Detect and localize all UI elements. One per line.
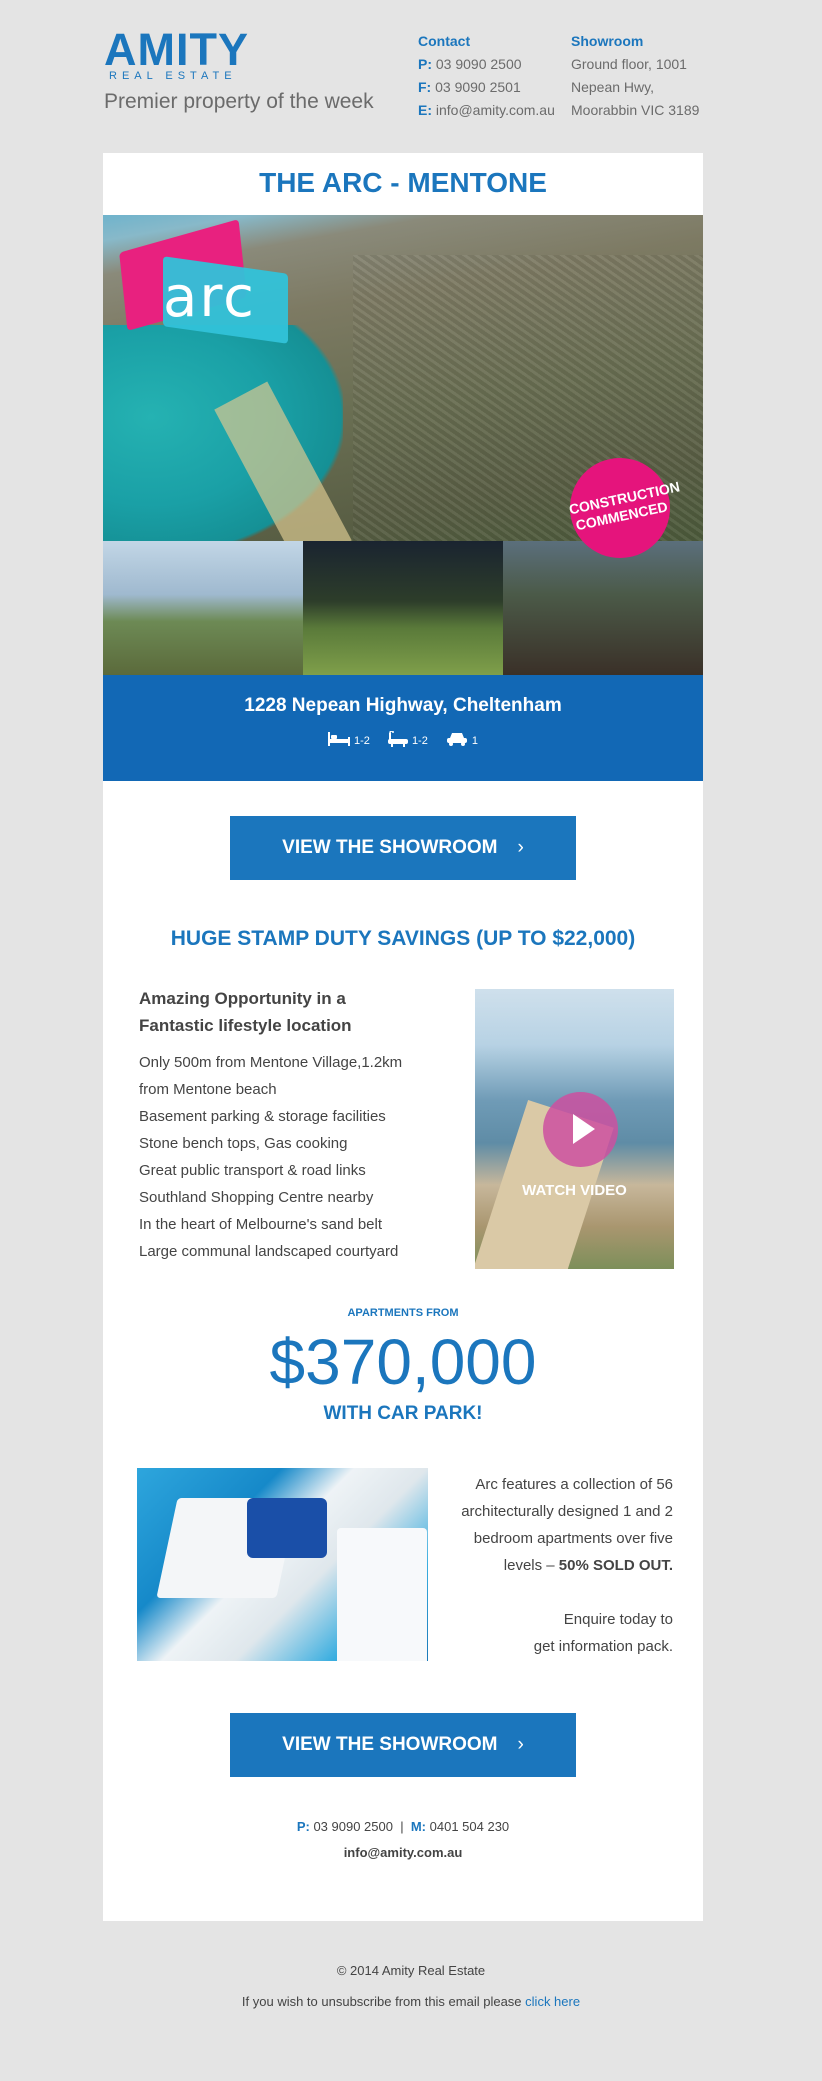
listing-features: 1-2 1-2 1: [103, 730, 703, 750]
list-item: Large communal landscaped courtyard: [139, 1243, 399, 1260]
footer-contact-line: P: 03 9090 2500 | M: 0401 504 230: [296, 1819, 510, 1834]
chevron-right-icon: ›: [517, 837, 524, 858]
list-item: In the heart of Melbourne's sand belt: [139, 1216, 383, 1233]
play-icon[interactable]: [543, 1092, 618, 1167]
list-item: Stone bench tops, Gas cooking: [139, 1135, 348, 1152]
beach-walk-photo: [103, 541, 303, 675]
contact-heading: Contact: [418, 33, 471, 49]
video-thumbnail[interactable]: WATCH VIDEO: [475, 989, 674, 1269]
list-item: Only 500m from Mentone Village,1.2km: [139, 1054, 403, 1071]
arc-brand-logo: arc: [119, 219, 293, 345]
view-showroom-button-bottom[interactable]: VIEW THE SHOWROOM ›: [230, 1713, 576, 1777]
car-icon: [446, 732, 468, 749]
unsubscribe-line: If you wish to unsubscribe from this ema…: [241, 1994, 581, 2009]
list-item: from Mentone beach: [139, 1081, 277, 1098]
opportunity-title: Amazing Opportunity in a Fantastic lifes…: [139, 989, 352, 1035]
cars-feature: 1: [446, 731, 478, 750]
list-item: Southland Shopping Centre nearby: [139, 1189, 374, 1206]
email-header: AMITY REAL ESTATE Premier property of th…: [104, 27, 704, 128]
features-description: Arc features a collection of 56 architec…: [441, 1471, 673, 1660]
arc-logo-text: arc: [163, 265, 256, 330]
bed-icon: [328, 732, 351, 749]
showroom-line-2: Nepean Hwy,: [571, 79, 655, 95]
list-item: Great public transport & road links: [139, 1162, 366, 1179]
listing-card: THE ARC - MENTONE arc CONSTRUCTION COMME…: [103, 153, 703, 1921]
sold-out-text: 50% SOLD OUT.: [558, 1557, 673, 1574]
list-item: Basement parking & storage facilities: [139, 1108, 386, 1125]
opportunity-list: Only 500m from Mentone Village,1.2km fro…: [139, 1049, 439, 1265]
cycling-photo: [503, 541, 703, 675]
golf-photo: [303, 541, 503, 675]
address-band: 1228 Nepean Highway, Cheltenham 1-2 1-2 …: [103, 675, 703, 781]
contact-fax: F: 03 9090 2501: [418, 79, 521, 95]
contact-email: E: info@amity.com.au: [418, 102, 555, 118]
footer-mobile[interactable]: 0401 504 230: [430, 1819, 510, 1834]
interior-chairs-photo: [137, 1468, 428, 1661]
watch-video-label[interactable]: WATCH VIDEO: [475, 1182, 674, 1199]
showroom-block: Showroom Ground floor, 1001 Nepean Hwy, …: [571, 30, 699, 122]
opportunity-section: Amazing Opportunity in a Fantastic lifes…: [139, 985, 439, 1265]
amity-logo[interactable]: AMITY: [104, 27, 249, 72]
header-tagline: Premier property of the week: [104, 90, 374, 113]
unsubscribe-link[interactable]: click here: [525, 1994, 580, 2009]
chevron-right-icon: ›: [517, 1734, 524, 1755]
price-value: $370,000: [269, 1326, 537, 1398]
apartments-from-label: APARTMENTS FROM: [347, 1307, 459, 1319]
bath-icon: [387, 730, 408, 750]
footer-email[interactable]: info@amity.com.au: [103, 1845, 703, 1860]
stamp-duty-heading: HUGE STAMP DUTY SAVINGS (UP TO $22,000): [170, 927, 636, 950]
enquire-line-1: Enquire today to: [563, 1611, 673, 1628]
listing-title: THE ARC - MENTONE: [259, 167, 547, 198]
copyright-text: © 2014 Amity Real Estate: [336, 1963, 486, 1978]
contact-phone: P: 03 9090 2500: [418, 56, 522, 72]
amity-logo-subtitle: REAL ESTATE: [109, 70, 237, 82]
contact-block: Contact P: 03 9090 2500 F: 03 9090 2501 …: [418, 30, 555, 122]
footer-phone[interactable]: 03 9090 2500: [313, 1819, 393, 1834]
view-showroom-button[interactable]: VIEW THE SHOWROOM ›: [230, 816, 576, 880]
car-park-label: WITH CAR PARK!: [323, 1403, 483, 1424]
beds-feature: 1-2: [328, 731, 370, 750]
enquire-line-2: get information pack.: [533, 1638, 673, 1655]
showroom-line-3: Moorabbin VIC 3189: [571, 102, 700, 118]
baths-feature: 1-2: [387, 730, 428, 750]
showroom-heading: Showroom: [571, 33, 644, 49]
listing-address: 1228 Nepean Highway, Cheltenham: [244, 695, 562, 716]
lifestyle-photo-strip: [103, 541, 703, 675]
showroom-line-1: Ground floor, 1001: [571, 56, 687, 72]
